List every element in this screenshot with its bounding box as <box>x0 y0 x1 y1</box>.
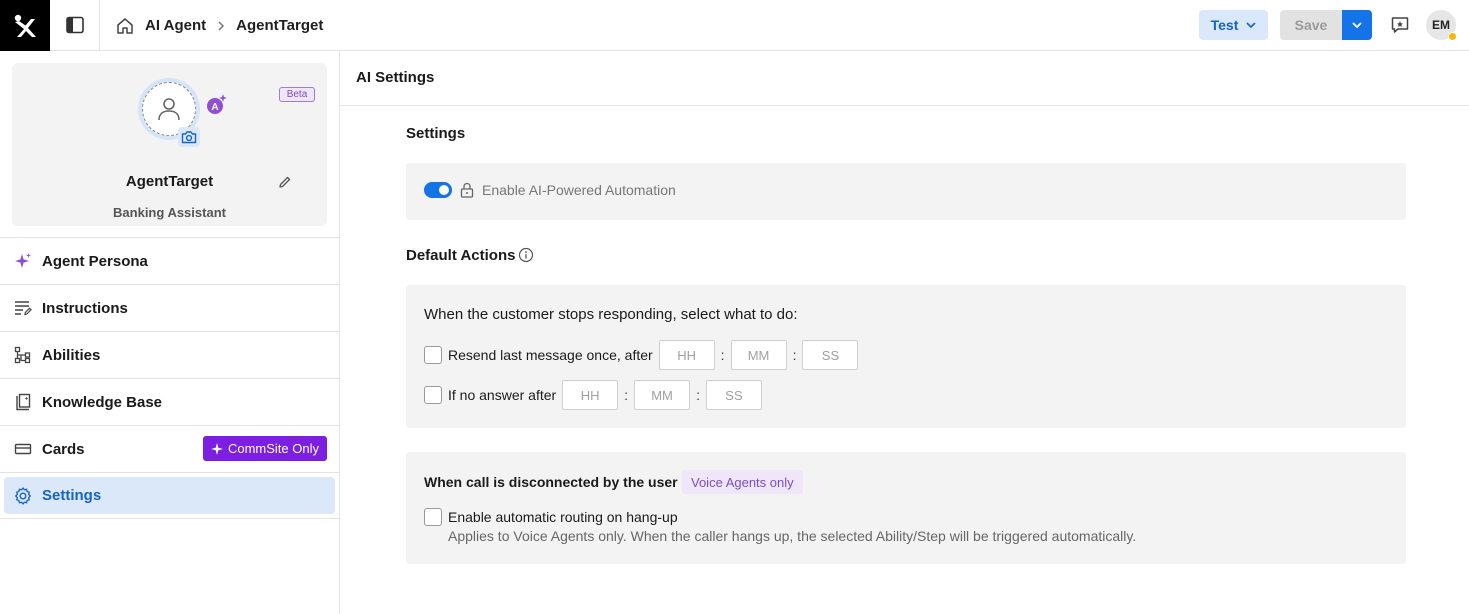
sidebar-item-label: Cards <box>42 440 85 458</box>
test-button-label: Test <box>1210 17 1239 33</box>
page-title: AI Settings <box>356 69 435 86</box>
info-icon[interactable] <box>518 247 534 263</box>
voice-agents-only-tag: Voice Agents only <box>682 470 803 494</box>
hangup-routing-row: Enable automatic routing on hang-up <box>424 508 684 526</box>
beta-badge: Beta <box>279 87 315 102</box>
sidebar-item-agent-persona[interactable]: Agent Persona <box>0 237 339 284</box>
save-options-button[interactable] <box>1342 10 1372 40</box>
resend-label: Resend last message once, after <box>448 347 653 363</box>
breadcrumb: AI Agent AgentTarget <box>114 0 323 51</box>
breadcrumb-ai-agent[interactable]: AI Agent <box>145 17 206 34</box>
sidebar-item-instructions[interactable]: Instructions <box>0 284 339 331</box>
call-disconnect-panel: When call is disconnected by the user Vo… <box>406 452 1406 564</box>
sidebar-item-label: Agent Persona <box>42 252 148 270</box>
automation-toggle[interactable] <box>424 182 452 198</box>
top-bar: AI Agent AgentTarget Test Save EM <box>0 0 1469 51</box>
settings-heading: Settings <box>406 125 466 142</box>
no-answer-label: If no answer after <box>448 387 557 403</box>
sidebar-item-label: Knowledge Base <box>42 393 163 411</box>
sidebar-item-label: Instructions <box>42 299 128 317</box>
automation-panel: Enable AI-Powered Automation <box>406 163 1406 220</box>
sidebar-item-knowledge-base[interactable]: Knowledge Base <box>0 378 339 425</box>
camera-icon[interactable] <box>178 127 200 147</box>
ai-generate-icon[interactable]: A <box>206 93 228 115</box>
commsite-only-label: CommSite Only <box>227 441 319 456</box>
sidebar-item-cards[interactable]: Cards CommSite Only <box>0 425 339 472</box>
save-button[interactable]: Save <box>1280 10 1342 40</box>
no-answer-seconds-input[interactable] <box>705 380 762 410</box>
sidebar-item-settings[interactable]: Settings <box>0 472 339 519</box>
chevron-down-icon <box>1352 22 1362 29</box>
topbar-divider <box>99 0 100 51</box>
resend-hours-input[interactable] <box>658 340 715 370</box>
no-answer-minutes-input[interactable] <box>634 380 691 410</box>
sidebar: A Beta AgentTarget Banking Assistant Age… <box>0 51 340 614</box>
resend-seconds-input[interactable] <box>802 340 859 370</box>
time-separator: : <box>792 347 797 363</box>
toggle-knob <box>439 185 449 195</box>
commsite-only-badge[interactable]: CommSite Only <box>202 436 327 461</box>
call-disconnect-heading: When call is disconnected by the user <box>424 474 678 490</box>
breadcrumb-current: AgentTarget <box>236 17 324 34</box>
sparkle-icon <box>210 442 223 455</box>
sparkle-icon <box>14 252 32 270</box>
no-answer-row: If no answer after : : <box>424 380 762 410</box>
lock-icon <box>460 182 474 198</box>
hangup-routing-helper: Applies to Voice Agents only. When the c… <box>448 528 1137 544</box>
default-actions-heading: Default Actions <box>406 247 516 264</box>
cards-icon <box>14 440 32 458</box>
pencil-icon[interactable] <box>276 173 294 191</box>
svg-text:A: A <box>211 102 218 113</box>
agent-role: Banking Assistant <box>113 205 226 220</box>
chevron-right-icon <box>216 20 226 32</box>
hangup-routing-checkbox[interactable] <box>424 508 442 526</box>
chevron-down-icon <box>1246 22 1256 29</box>
no-answer-checkbox[interactable] <box>424 386 442 404</box>
gear-icon <box>14 486 32 505</box>
home-icon[interactable] <box>114 15 136 37</box>
hangup-routing-label: Enable automatic routing on hang-up <box>448 509 678 525</box>
main-content: AI Settings Settings Enable AI-Powered A… <box>340 51 1469 614</box>
automation-toggle-label: Enable AI-Powered Automation <box>482 182 676 198</box>
time-separator: : <box>720 347 725 363</box>
resend-minutes-input[interactable] <box>730 340 787 370</box>
time-separator: : <box>696 387 700 403</box>
sidebar-toggle-icon[interactable] <box>62 13 88 37</box>
sidebar-item-label: Abilities <box>42 346 101 364</box>
sidebar-item-abilities[interactable]: Abilities <box>0 331 339 378</box>
resend-checkbox[interactable] <box>424 346 442 364</box>
agent-card: A Beta AgentTarget Banking Assistant <box>12 63 327 226</box>
test-button[interactable]: Test <box>1199 10 1268 40</box>
time-separator: : <box>624 387 629 403</box>
user-icon <box>158 98 180 121</box>
instructions-icon <box>14 299 32 317</box>
knowledge-base-icon <box>14 393 32 411</box>
logo-icon <box>14 14 36 37</box>
default-actions-prompt: When the customer stops responding, sele… <box>424 306 798 323</box>
sidebar-nav: Agent Persona Instructions Abilities Kno… <box>0 237 339 519</box>
app-logo[interactable] <box>0 0 50 51</box>
no-answer-hours-input[interactable] <box>562 380 619 410</box>
main-header: AI Settings <box>340 51 1469 106</box>
resend-row: Resend last message once, after : : <box>424 340 859 370</box>
feedback-icon[interactable] <box>1388 13 1412 37</box>
status-dot <box>1448 32 1457 41</box>
abilities-icon <box>14 346 32 364</box>
sidebar-item-label: Settings <box>42 487 102 504</box>
default-actions-panel: When the customer stops responding, sele… <box>406 285 1406 428</box>
